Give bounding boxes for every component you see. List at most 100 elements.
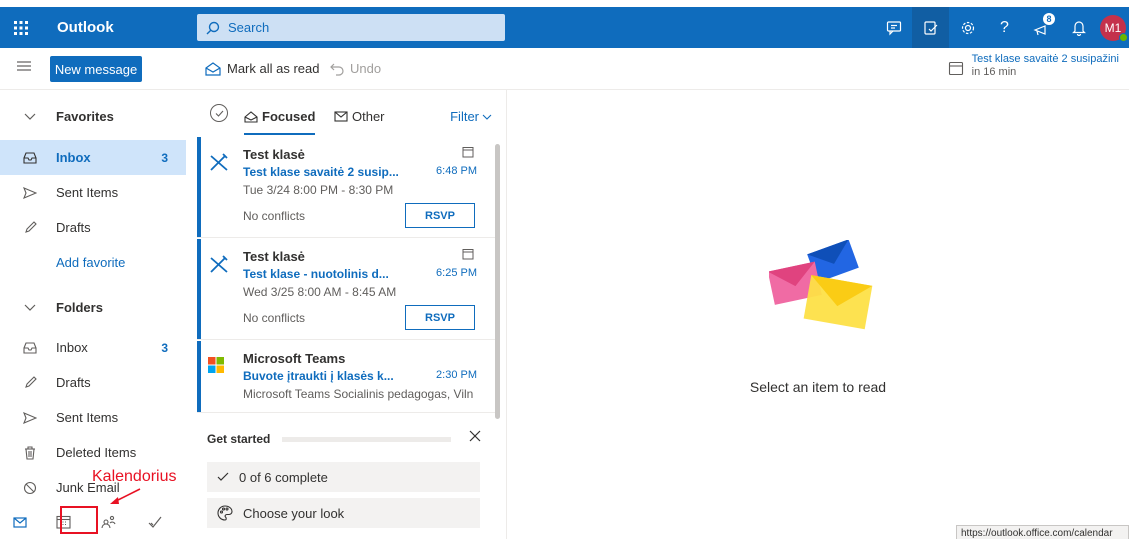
- selection-bar: [197, 341, 201, 412]
- message-subject: Test klase - nuotolinis d...: [243, 267, 389, 281]
- tab-label: Other: [352, 109, 385, 124]
- calendar-icon: [462, 147, 474, 158]
- sidebar-item-folder-inbox[interactable]: Inbox 3: [0, 330, 186, 365]
- sidebar-item-folder-drafts[interactable]: Drafts: [0, 365, 186, 400]
- event-reminder[interactable]: Test klase savaitė 2 susipažini in 16 mi…: [948, 53, 1119, 79]
- microsoft-logo-icon: [208, 357, 224, 373]
- check-icon: [215, 110, 223, 117]
- message-subject: Test klase savaitė 2 susip...: [243, 165, 399, 179]
- new-message-button[interactable]: New message: [50, 56, 142, 82]
- message-preview: Microsoft Teams Socialinis pedagogas, Vi…: [243, 387, 474, 401]
- tasks-module-button[interactable]: [132, 506, 178, 538]
- tools-icon: [210, 255, 228, 273]
- envelope-open-icon: [205, 61, 221, 76]
- send-icon: [23, 411, 37, 424]
- inbox-icon: [23, 151, 37, 164]
- close-icon[interactable]: [469, 430, 481, 442]
- get-started-panel: Get started 0 of 6 complete Choose your …: [197, 422, 497, 539]
- rsvp-button[interactable]: RSVP: [405, 305, 475, 330]
- mark-all-read-label: Mark all as read: [227, 61, 320, 76]
- choose-look-item[interactable]: Choose your look: [207, 498, 480, 528]
- tab-focused[interactable]: Focused: [244, 109, 316, 135]
- sidebar-item-label: Inbox: [56, 340, 88, 355]
- message-preview: Tue 3/24 8:00 PM - 8:30 PM: [243, 183, 394, 197]
- rsvp-button[interactable]: RSVP: [405, 203, 475, 228]
- bell-icon: [1071, 20, 1086, 36]
- sidebar-item-label: Deleted Items: [56, 445, 137, 460]
- message-item[interactable]: Microsoft Teams Buvote įtraukti į klasės…: [197, 341, 497, 413]
- sidebar-item-folder-sent[interactable]: Sent Items: [0, 400, 186, 435]
- chevron-down-icon: [482, 114, 492, 120]
- hamburger-icon: [17, 61, 31, 71]
- sidebar-item-sent[interactable]: Sent Items: [0, 175, 186, 210]
- navigation-toggle-button[interactable]: [17, 60, 31, 75]
- get-started-item-label: 0 of 6 complete: [239, 469, 328, 485]
- send-icon: [23, 186, 37, 199]
- undo-label: Undo: [350, 61, 382, 76]
- message-sender: Test klasė: [243, 249, 305, 264]
- sidebar-item-label: Inbox: [56, 150, 91, 165]
- tab-other[interactable]: Other: [334, 109, 385, 124]
- app-launcher-button[interactable]: [0, 7, 41, 48]
- tab-label: Focused: [262, 109, 316, 124]
- message-sender: Microsoft Teams: [243, 351, 346, 366]
- presence-dot: [1119, 32, 1128, 42]
- settings-button[interactable]: [949, 7, 986, 48]
- search-box[interactable]: Search: [197, 14, 505, 41]
- avatar: M1: [1100, 14, 1128, 42]
- account-button[interactable]: M1: [1097, 7, 1129, 48]
- top-bar: Outlook Search ? 8 M1: [0, 7, 1129, 48]
- envelopes-illustration-icon: [769, 240, 873, 330]
- sidebar-item-inbox[interactable]: Inbox 3: [0, 140, 186, 175]
- list-scrollbar[interactable]: [495, 144, 500, 419]
- select-all-checkbox[interactable]: [210, 104, 228, 122]
- message-preview: Wed 3/25 8:00 AM - 8:45 AM: [243, 285, 397, 299]
- sidebar-item-folder-deleted[interactable]: Deleted Items: [0, 435, 186, 470]
- focused-inbox-icon: [244, 110, 258, 123]
- people-icon: [101, 515, 116, 529]
- search-placeholder: Search: [228, 20, 270, 35]
- other-inbox-icon: [334, 111, 348, 122]
- mail-icon: [13, 516, 27, 528]
- pencil-icon: [24, 376, 37, 388]
- sidebar-item-drafts[interactable]: Drafts: [0, 210, 186, 245]
- mark-all-read-button[interactable]: Mark all as read: [205, 61, 319, 76]
- calendar-icon: [948, 61, 963, 76]
- message-item[interactable]: Test klasė Test klase savaitė 2 susip...…: [197, 137, 497, 238]
- filter-button[interactable]: Filter: [450, 109, 492, 124]
- selection-bar: [197, 239, 201, 339]
- undo-icon: [330, 63, 344, 76]
- add-favorite-label: Add favorite: [56, 255, 126, 270]
- palette-icon: [217, 505, 233, 521]
- add-favorite-link[interactable]: Add favorite: [0, 245, 186, 280]
- notification-badge: 8: [1043, 13, 1055, 25]
- folders-header[interactable]: Folders: [0, 290, 186, 325]
- get-started-progress-bar: [282, 437, 451, 442]
- teams-chat-button[interactable]: [875, 7, 912, 48]
- unread-count: 3: [161, 340, 168, 355]
- filter-label: Filter: [450, 109, 479, 124]
- message-time: 6:48 PM: [436, 165, 477, 177]
- message-subject: Buvote įtraukti į klasės k...: [243, 369, 394, 383]
- get-started-progress[interactable]: 0 of 6 complete: [207, 462, 480, 492]
- annotation-highlight-box: [60, 506, 98, 534]
- sidebar-item-label: Drafts: [56, 220, 91, 235]
- gear-icon: [961, 21, 974, 34]
- undo-button[interactable]: Undo: [330, 61, 381, 76]
- message-time: 2:30 PM: [436, 369, 477, 381]
- status-bar-url: https://outlook.office.com/calendar: [956, 525, 1129, 539]
- notifications-button[interactable]: [1060, 7, 1097, 48]
- checkmark-icon: [217, 472, 229, 481]
- waffle-icon: [13, 20, 28, 35]
- favorites-header[interactable]: Favorites: [0, 99, 186, 134]
- message-list: Focused Other Filter Test klasė Test kla…: [197, 90, 507, 539]
- app-name[interactable]: Outlook: [57, 19, 195, 36]
- tools-icon: [210, 153, 228, 171]
- help-button[interactable]: ?: [986, 7, 1023, 48]
- message-item[interactable]: Test klasė Test klase - nuotolinis d... …: [197, 239, 497, 340]
- search-icon: [206, 21, 220, 34]
- mail-module-button[interactable]: [0, 506, 40, 538]
- todo-button[interactable]: [912, 7, 949, 48]
- whats-new-button[interactable]: 8: [1023, 7, 1060, 48]
- question-icon: ?: [1000, 18, 1009, 36]
